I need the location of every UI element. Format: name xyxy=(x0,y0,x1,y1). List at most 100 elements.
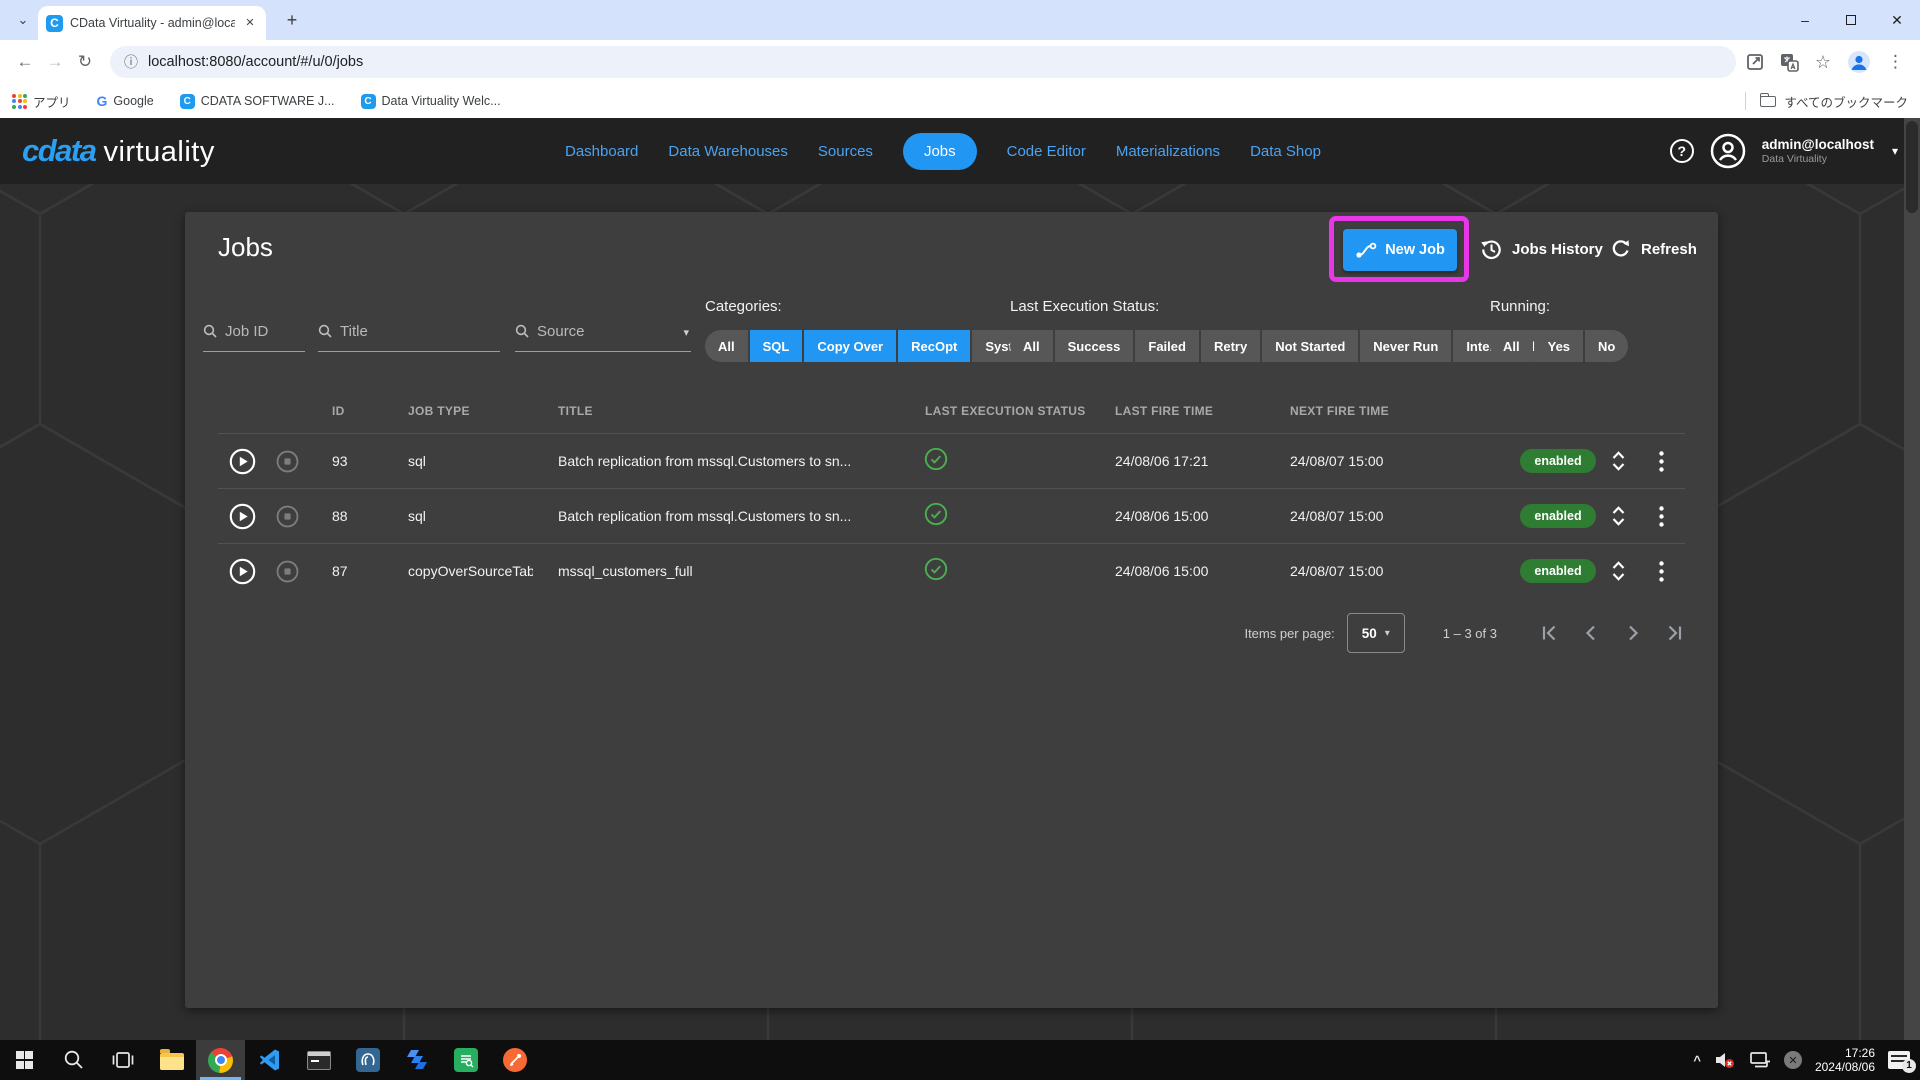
close-window-button[interactable]: ✕ xyxy=(1874,0,1920,40)
terminal-taskbar-button[interactable] xyxy=(294,1040,343,1080)
share-icon[interactable] xyxy=(1746,53,1764,71)
taskbar-clock[interactable]: 17:26 2024/08/06 xyxy=(1815,1046,1875,1075)
new-tab-button[interactable]: + xyxy=(280,9,304,33)
les-chip-all[interactable]: All xyxy=(1010,330,1053,362)
jobs-history-label: Jobs History xyxy=(1512,241,1603,258)
chevron-down-icon[interactable]: ▾ xyxy=(1892,144,1898,158)
all-bookmarks[interactable]: すべてのブックマーク xyxy=(1745,92,1908,111)
enabled-badge[interactable]: enabled xyxy=(1520,559,1595,583)
priority-stepper[interactable] xyxy=(1598,449,1638,473)
run-job-button[interactable] xyxy=(218,448,266,475)
tab-search-icon[interactable]: ⌄ xyxy=(12,9,34,31)
jobs-history-button[interactable]: Jobs History xyxy=(1480,238,1603,261)
priority-stepper[interactable] xyxy=(1598,559,1638,583)
enabled-badge[interactable]: enabled xyxy=(1520,449,1595,473)
task-view-button[interactable] xyxy=(98,1040,147,1080)
row-menu-icon[interactable] xyxy=(1638,561,1685,582)
priority-stepper[interactable] xyxy=(1598,504,1638,528)
page-scrollbar[interactable] xyxy=(1904,118,1920,1040)
first-page-icon[interactable] xyxy=(1539,623,1559,643)
running-chip-no[interactable]: No xyxy=(1585,330,1628,362)
dropdown-caret-icon[interactable]: ▾ xyxy=(683,326,689,339)
user-org: Data Virtuality xyxy=(1762,153,1874,165)
running-chip-yes[interactable]: Yes xyxy=(1535,330,1583,362)
refresh-button[interactable]: Refresh xyxy=(1610,238,1697,260)
browser-menu-icon[interactable]: ⋮ xyxy=(1887,52,1904,72)
les-chip-not-started[interactable]: Not Started xyxy=(1262,330,1358,362)
layers-app-button[interactable] xyxy=(392,1040,441,1080)
nav-data-warehouses[interactable]: Data Warehouses xyxy=(668,143,788,160)
tray-chevron-icon[interactable]: ^ xyxy=(1693,1053,1701,1068)
bookmark-star-icon[interactable]: ☆ xyxy=(1815,52,1831,73)
les-chip-retry[interactable]: Retry xyxy=(1201,330,1260,362)
start-button[interactable] xyxy=(0,1040,49,1080)
bookmark-apps[interactable]: アプリ xyxy=(12,92,71,111)
items-per-page-select[interactable]: 50 ▾ xyxy=(1347,613,1405,653)
nav-materializations[interactable]: Materializations xyxy=(1116,143,1220,160)
stop-job-button[interactable] xyxy=(266,505,308,528)
profile-avatar-icon[interactable] xyxy=(1847,50,1871,74)
new-job-label: New Job xyxy=(1385,242,1445,258)
back-button[interactable]: ← xyxy=(10,52,40,72)
bookmark-cdata-software[interactable]: C CDATA SOFTWARE J... xyxy=(180,94,335,109)
scrollbar-thumb[interactable] xyxy=(1906,121,1918,213)
user-avatar-icon[interactable] xyxy=(1710,133,1746,169)
forward-button[interactable]: → xyxy=(40,52,70,72)
api-tool-button[interactable] xyxy=(490,1040,539,1080)
minimize-button[interactable]: – xyxy=(1782,0,1828,40)
bookmark-data-virtuality[interactable]: C Data Virtuality Welc... xyxy=(361,94,501,109)
address-bar[interactable]: ⓘ localhost:8080/account/#/u/0/jobs xyxy=(110,46,1736,78)
category-chip-sql[interactable]: SQL xyxy=(750,330,803,362)
run-job-button[interactable] xyxy=(218,503,266,530)
notification-center-icon[interactable]: 1 xyxy=(1888,1051,1910,1069)
stop-job-button[interactable] xyxy=(266,560,308,583)
les-chip-never-run[interactable]: Never Run xyxy=(1360,330,1451,362)
taskbar-search-button[interactable] xyxy=(49,1040,98,1080)
category-chip-all[interactable]: All xyxy=(705,330,748,362)
help-icon[interactable]: ? xyxy=(1670,139,1694,163)
job-title[interactable]: mssql_customers_full xyxy=(533,563,908,579)
title-input[interactable] xyxy=(318,318,500,352)
category-chip-recopt[interactable]: RecOpt xyxy=(898,330,970,362)
site-info-icon[interactable]: ⓘ xyxy=(124,52,138,72)
browser-tab[interactable]: C CData Virtuality - admin@locall ✕ xyxy=(38,6,266,40)
translate-icon[interactable] xyxy=(1780,53,1799,72)
file-explorer-button[interactable] xyxy=(147,1040,196,1080)
source-select[interactable] xyxy=(515,318,691,352)
chrome-taskbar-button[interactable] xyxy=(196,1040,245,1080)
restore-button[interactable] xyxy=(1828,0,1874,40)
job-id-input[interactable] xyxy=(203,318,305,352)
job-title[interactable]: Batch replication from mssql.Customers t… xyxy=(533,508,908,524)
nav-code-editor[interactable]: Code Editor xyxy=(1007,143,1086,160)
nav-data-shop[interactable]: Data Shop xyxy=(1250,143,1321,160)
previous-page-icon[interactable] xyxy=(1581,623,1601,643)
dropdown-caret-icon: ▾ xyxy=(1385,628,1390,639)
network-icon[interactable] xyxy=(1749,1051,1771,1069)
run-job-button[interactable] xyxy=(218,558,266,585)
last-page-icon[interactable] xyxy=(1665,623,1685,643)
reload-button[interactable]: ↻ xyxy=(70,52,100,72)
nav-dashboard[interactable]: Dashboard xyxy=(565,143,638,160)
vscode-taskbar-button[interactable] xyxy=(245,1040,294,1080)
les-chip-failed[interactable]: Failed xyxy=(1135,330,1199,362)
row-menu-icon[interactable] xyxy=(1638,506,1685,527)
row-menu-icon[interactable] xyxy=(1638,451,1685,472)
user-info[interactable]: admin@localhost Data Virtuality xyxy=(1762,137,1874,165)
tab-close-icon[interactable]: ✕ xyxy=(242,15,258,31)
category-chip-copy-over[interactable]: Copy Over xyxy=(804,330,896,362)
running-chip-all[interactable]: All xyxy=(1490,330,1533,362)
notes-app-button[interactable] xyxy=(441,1040,490,1080)
new-job-button[interactable]: New Job xyxy=(1343,229,1457,271)
nav-sources[interactable]: Sources xyxy=(818,143,873,160)
bookmark-google[interactable]: G Google xyxy=(97,93,154,109)
job-title[interactable]: Batch replication from mssql.Customers t… xyxy=(533,453,908,469)
status-x-icon[interactable]: ✕ xyxy=(1784,1051,1802,1069)
database-tool-button[interactable] xyxy=(343,1040,392,1080)
cdata-virtuality-logo[interactable]: cdata virtuality xyxy=(22,133,215,169)
volume-muted-icon[interactable] xyxy=(1714,1050,1736,1070)
nav-jobs[interactable]: Jobs xyxy=(903,133,977,170)
les-chip-success[interactable]: Success xyxy=(1055,330,1134,362)
next-page-icon[interactable] xyxy=(1623,623,1643,643)
stop-job-button[interactable] xyxy=(266,450,308,473)
enabled-badge[interactable]: enabled xyxy=(1520,504,1595,528)
